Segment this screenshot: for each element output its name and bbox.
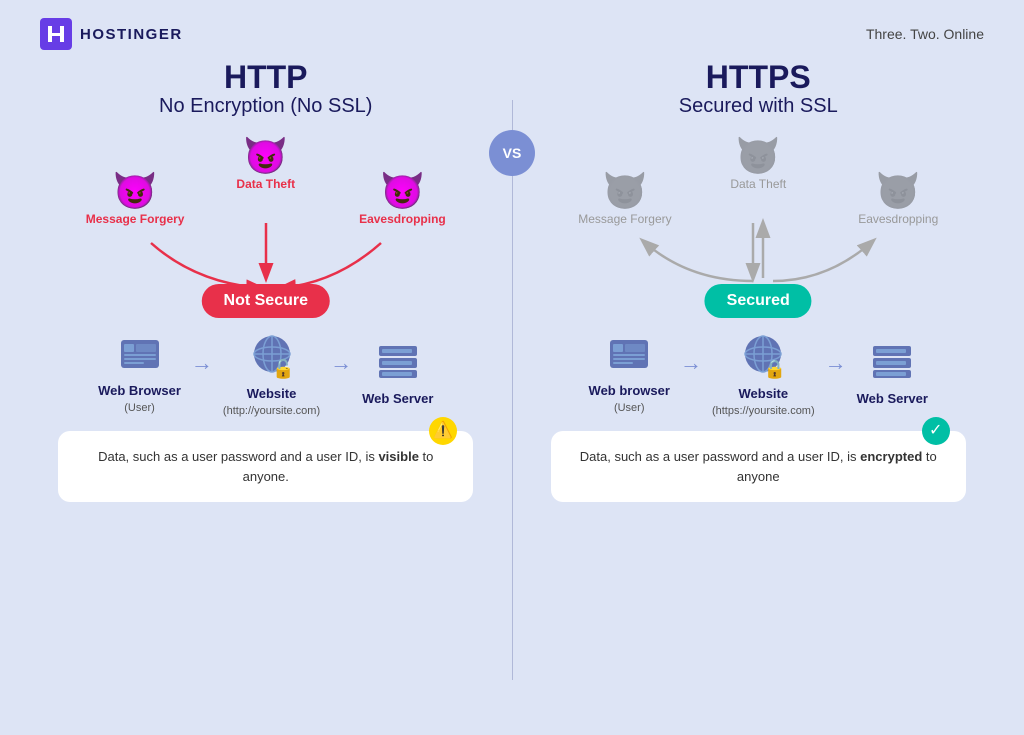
https-info-bold: encrypted xyxy=(860,449,922,464)
server-icon-https xyxy=(871,344,913,387)
https-eavesdropping: 😈 Eavesdropping xyxy=(858,173,938,226)
http-globe-container: 🔓 xyxy=(251,333,293,382)
warning-badge-icon: ⚠️ xyxy=(429,417,457,445)
lock-icon-http: 🔓 xyxy=(272,359,294,380)
arrow-browser-to-website-http: → xyxy=(191,350,213,376)
hostinger-logo-icon xyxy=(40,18,72,50)
not-secure-badge: Not Secure xyxy=(202,284,330,318)
https-website-sub: (https://yoursite.com) xyxy=(712,405,815,417)
logo-text: HOSTINGER xyxy=(80,26,183,43)
villain-icon-left: 😈 xyxy=(113,173,158,209)
http-server-name: Web Server xyxy=(362,391,433,406)
http-panel: HTTP No Encryption (No SSL) 😈 Message Fo… xyxy=(30,60,502,705)
https-threat-center-label: Data Theft xyxy=(730,177,786,191)
http-threats-area: 😈 Message Forgery 😈 Data Theft 😈 Eavesdr… xyxy=(76,133,456,328)
http-website-sub: (http://yoursite.com) xyxy=(223,405,320,417)
panel-divider xyxy=(512,100,513,680)
https-info-box: ✓ Data, such as a user password and a us… xyxy=(551,431,966,502)
https-browser-device: Web browser (User) xyxy=(589,336,670,414)
arrow-website-to-server-http: → xyxy=(330,350,352,376)
http-browser-name: Web Browser xyxy=(98,383,181,398)
https-browser-name: Web browser xyxy=(589,383,670,398)
https-server-device: Web Server xyxy=(857,344,928,406)
https-panel: HTTPS Secured with SSL 😈 Message Forgery… xyxy=(523,60,995,705)
https-devices-row: Web browser (User) → 🔒 xyxy=(523,333,995,417)
lock-icon-https: 🔒 xyxy=(764,359,786,380)
main-content: HTTP No Encryption (No SSL) 😈 Message Fo… xyxy=(0,50,1024,725)
tagline: Three. Two. Online xyxy=(866,26,984,42)
http-threat-center-label: Data Theft xyxy=(236,177,295,191)
http-info-bold: visible xyxy=(378,449,418,464)
https-globe-container: 🔒 xyxy=(742,333,784,382)
http-info-text: Data, such as a user password and a user… xyxy=(98,449,378,464)
success-badge-icon: ✓ xyxy=(922,417,950,445)
https-website-device: 🔒 Website (https://yoursite.com) xyxy=(712,333,815,417)
https-info-text: Data, such as a user password and a user… xyxy=(580,449,860,464)
villain-gray-left: 😈 xyxy=(603,173,648,209)
https-server-name: Web Server xyxy=(857,391,928,406)
secured-badge: Secured xyxy=(705,284,812,318)
http-message-forgery: 😈 Message Forgery xyxy=(86,173,185,226)
villain-gray-right: 😈 xyxy=(876,173,921,209)
https-threats-area: 😈 Message Forgery 😈 Data Theft 😈 Eavesdr… xyxy=(568,133,948,328)
https-message-forgery: 😈 Message Forgery xyxy=(578,173,671,226)
http-data-theft: 😈 Data Theft xyxy=(236,138,295,191)
https-threat-right-label: Eavesdropping xyxy=(858,212,938,226)
http-title: HTTP xyxy=(224,60,308,95)
http-browser-sub: (User) xyxy=(124,402,155,414)
https-subtitle: Secured with SSL xyxy=(679,95,838,118)
arrow-website-to-server-https: → xyxy=(825,350,847,376)
https-website-name: Website xyxy=(738,386,788,401)
arrow-browser-to-website-https: → xyxy=(680,350,702,376)
http-info-box: ⚠️ Data, such as a user password and a u… xyxy=(58,431,473,502)
villain-icon-center: 😈 xyxy=(243,138,288,174)
http-eavesdropping: 😈 Eavesdropping xyxy=(359,173,446,226)
http-website-name: Website xyxy=(247,386,297,401)
http-website-device: 🔓 Website (http://yoursite.com) xyxy=(223,333,320,417)
header: HOSTINGER Three. Two. Online xyxy=(0,0,1024,50)
http-server-device: Web Server xyxy=(362,344,433,406)
http-browser-device: Web Browser (User) xyxy=(98,336,181,414)
http-threat-left-label: Message Forgery xyxy=(86,212,185,226)
http-subtitle: No Encryption (No SSL) xyxy=(159,95,372,118)
vs-badge: VS xyxy=(489,130,535,176)
villain-gray-center: 😈 xyxy=(736,138,781,174)
https-browser-sub: (User) xyxy=(614,402,645,414)
https-data-theft: 😈 Data Theft xyxy=(730,138,786,191)
server-icon-http xyxy=(377,344,419,387)
https-title: HTTPS xyxy=(706,60,811,95)
http-devices-row: Web Browser (User) → 🔓 xyxy=(30,333,502,417)
https-threat-left-label: Message Forgery xyxy=(578,212,671,226)
browser-icon-https xyxy=(609,336,649,379)
browser-icon xyxy=(120,336,160,379)
http-threat-right-label: Eavesdropping xyxy=(359,212,446,226)
villain-icon-right: 😈 xyxy=(380,173,425,209)
logo: HOSTINGER xyxy=(40,18,183,50)
